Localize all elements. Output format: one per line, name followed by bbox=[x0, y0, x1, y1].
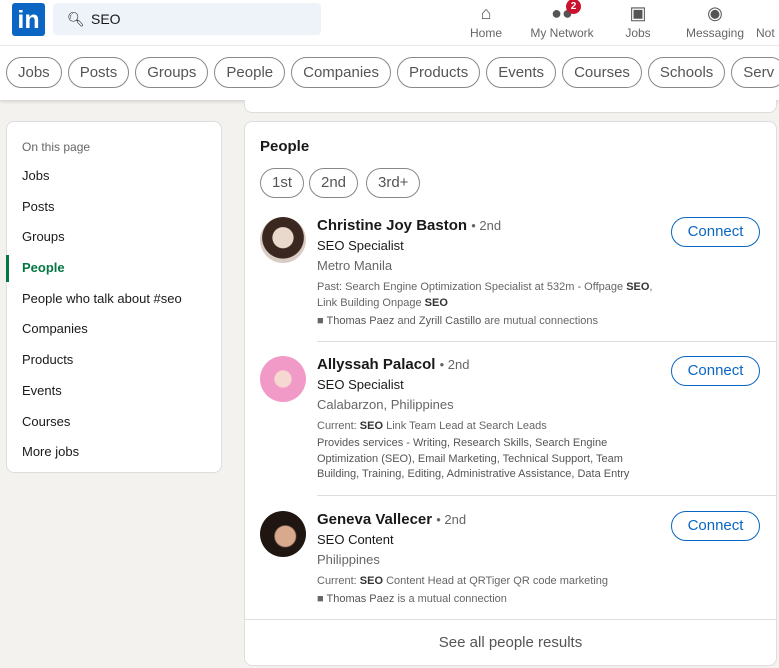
on-this-page-nav: On this page Jobs Posts Groups People Pe… bbox=[6, 121, 222, 473]
avatar[interactable] bbox=[260, 356, 306, 402]
nav-home[interactable]: ⌂ Home bbox=[446, 0, 526, 40]
person-headline: SEO Content bbox=[317, 532, 394, 547]
filter-services[interactable]: Serv bbox=[731, 57, 779, 88]
connect-button[interactable]: Connect bbox=[671, 356, 760, 386]
search-icon: 🔍︎ bbox=[67, 11, 85, 27]
person-name[interactable]: Christine Joy Baston bbox=[317, 217, 467, 234]
snippet-highlight: SEO bbox=[424, 297, 448, 309]
nav-label: Home bbox=[469, 26, 502, 40]
filter-companies[interactable]: Companies bbox=[291, 57, 391, 88]
connection-degree: • 2nd bbox=[439, 357, 470, 372]
mutual-name: Zyrill Castillo bbox=[418, 315, 482, 327]
mutual-connections[interactable]: ■​ Thomas Paez is a mutual connection bbox=[317, 591, 657, 607]
filter-events[interactable]: Events bbox=[486, 57, 557, 88]
snippet-text: Current: bbox=[317, 575, 360, 587]
snippet-highlight: SEO bbox=[626, 281, 650, 293]
sidebar-item-companies[interactable]: Companies bbox=[7, 314, 221, 345]
person-location: Calabarzon, Philippines bbox=[317, 397, 454, 412]
home-icon: ⌂ bbox=[480, 3, 492, 23]
sidebar-item-people-talk-seo[interactable]: People who talk about #seo bbox=[7, 284, 221, 315]
linkedin-logo[interactable]: in bbox=[12, 3, 45, 36]
filter-posts[interactable]: Posts bbox=[67, 57, 130, 88]
sidebar-item-events[interactable]: Events bbox=[7, 376, 221, 407]
nav-jobs[interactable]: ▣ Jobs bbox=[598, 0, 678, 40]
nav-label: Jobs bbox=[625, 26, 651, 40]
person-headline: SEO Specialist bbox=[317, 377, 404, 392]
nav-label: Messaging bbox=[685, 26, 745, 40]
nav-label: Not bbox=[756, 26, 775, 40]
filter-schools[interactable]: Schools bbox=[647, 57, 726, 88]
snippet-text: Current: bbox=[317, 420, 360, 432]
see-all-people-button[interactable]: See all people results bbox=[245, 619, 776, 665]
divider bbox=[317, 495, 776, 496]
filter-groups[interactable]: Groups bbox=[135, 57, 209, 88]
section-title: People bbox=[260, 138, 310, 155]
nav-my-network[interactable]: ●● 2 My Network bbox=[522, 0, 602, 40]
connection-degree: • 2nd bbox=[436, 512, 467, 527]
chat-icon: ◉ bbox=[707, 3, 723, 23]
sidebar-item-people[interactable]: People bbox=[6, 253, 221, 284]
mutual-text: and bbox=[394, 315, 419, 327]
bell-icon bbox=[756, 0, 779, 26]
nav-label: My Network bbox=[530, 26, 594, 40]
sidebar-item-jobs[interactable]: Jobs bbox=[7, 161, 221, 192]
person-name[interactable]: Allyssah Palacol bbox=[317, 356, 435, 373]
sidebar-heading: On this page bbox=[22, 140, 91, 154]
provides-services: Provides services - Writing, Research Sk… bbox=[317, 437, 630, 480]
people-results-card: People 1st 2nd 3rd+ Christine Joy Baston… bbox=[244, 121, 777, 666]
filter-products[interactable]: Products bbox=[397, 57, 481, 88]
mutual-name: Thomas Paez bbox=[326, 315, 395, 327]
connect-button[interactable]: Connect bbox=[671, 511, 760, 541]
people-icon: ■​ bbox=[317, 315, 324, 327]
person-snippet: Past: Search Engine Optimization Special… bbox=[317, 279, 657, 311]
mutual-text: is a mutual connection bbox=[394, 593, 507, 605]
person-location: Metro Manila bbox=[317, 258, 393, 273]
divider bbox=[317, 341, 776, 342]
avatar[interactable] bbox=[260, 511, 306, 557]
snippet-text: Link Team Lead at Search Leads bbox=[383, 420, 547, 432]
snippet-text: Content Head at QRTiger QR code marketin… bbox=[383, 575, 609, 587]
mutual-text: are mutual connections bbox=[481, 315, 598, 327]
nav-notifications[interactable]: Not bbox=[756, 0, 779, 40]
filter-jobs[interactable]: Jobs bbox=[6, 57, 62, 88]
connect-button[interactable]: Connect bbox=[671, 217, 760, 247]
avatar[interactable] bbox=[260, 217, 306, 263]
nav-messaging[interactable]: ◉ Messaging bbox=[675, 0, 755, 40]
sidebar-item-groups[interactable]: Groups bbox=[7, 222, 221, 253]
snippet-highlight: SEO bbox=[359, 575, 384, 587]
top-header: in 🔍︎ SEO ⌂ Home ●● 2 My Network ▣ Jobs ◉ Mess… bbox=[0, 0, 779, 45]
search-input[interactable]: 🔍︎ SEO bbox=[53, 3, 321, 35]
mutual-connections[interactable]: ■​ Thomas Paez and Zyrill Castillo are m… bbox=[317, 313, 657, 329]
connection-degree: • 2nd bbox=[471, 218, 502, 233]
search-filter-bar: Jobs Posts Groups People Companies Products Ev… bbox=[0, 45, 779, 100]
filter-courses[interactable]: Courses bbox=[562, 57, 642, 88]
person-headline: SEO Specialist bbox=[317, 238, 404, 253]
filter-3rd-plus[interactable]: 3rd+ bbox=[366, 168, 421, 198]
person-name[interactable]: Geneva Vallecer bbox=[317, 511, 432, 528]
notification-badge: 2 bbox=[566, 0, 581, 14]
person-snippet: Current: SEO Content Head at QRTiger QR … bbox=[317, 573, 657, 589]
network-icon: ●● 2 bbox=[522, 0, 602, 26]
mutual-name: Thomas Paez bbox=[326, 593, 395, 605]
previous-section-card bbox=[244, 100, 777, 113]
filter-1st[interactable]: 1st bbox=[260, 168, 305, 198]
filter-2nd[interactable]: 2nd bbox=[309, 168, 359, 198]
snippet-highlight: SEO bbox=[359, 420, 384, 432]
briefcase-icon: ▣ bbox=[629, 3, 647, 23]
sidebar-item-posts[interactable]: Posts bbox=[7, 192, 221, 223]
filter-people[interactable]: People bbox=[214, 57, 286, 88]
person-snippet: Current: SEO Link Team Lead at Search Le… bbox=[317, 418, 657, 434]
sidebar-item-more-jobs[interactable]: More jobs bbox=[7, 437, 221, 468]
person-location: Philippines bbox=[317, 552, 380, 567]
snippet-text: Past: Search Engine Optimization Special… bbox=[317, 281, 627, 293]
search-value: SEO bbox=[91, 11, 121, 27]
sidebar-item-products[interactable]: Products bbox=[7, 345, 221, 376]
sidebar-item-courses[interactable]: Courses bbox=[7, 407, 221, 438]
people-icon: ■​ bbox=[317, 593, 324, 605]
